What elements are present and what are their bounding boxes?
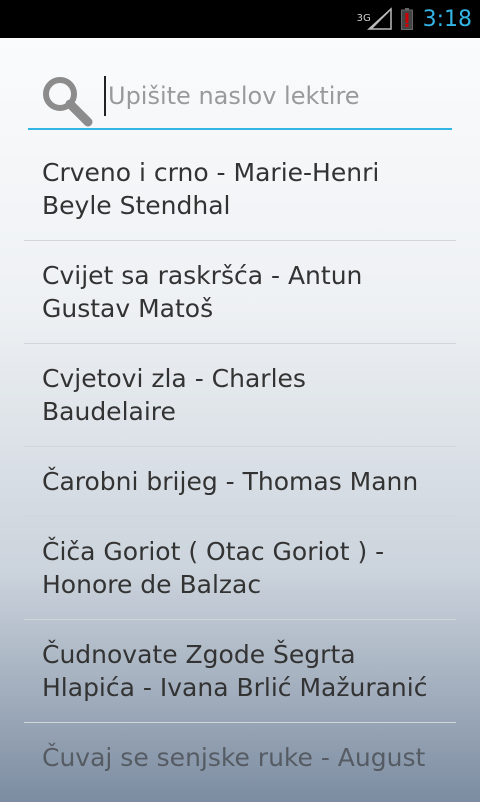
search-input[interactable] xyxy=(104,76,448,116)
search-bar xyxy=(28,68,452,130)
list-item[interactable]: Cvijet sa raskršća - Antun Gustav Matoš xyxy=(24,241,456,344)
signal-icon: 3G xyxy=(357,7,393,31)
search-icon[interactable] xyxy=(40,74,94,128)
list-item[interactable]: Cvjetovi zla - Charles Baudelaire xyxy=(24,344,456,447)
clock: 3:18 xyxy=(422,6,472,32)
network-type: 3G xyxy=(356,13,371,24)
book-list[interactable]: Crveno i crno - Marie-Henri Beyle Stendh… xyxy=(24,138,456,778)
list-item[interactable]: Čudnovate Zgode Šegrta Hlapića - Ivana B… xyxy=(24,620,456,723)
list-item[interactable]: Čarobni brijeg - Thomas Mann xyxy=(24,447,456,517)
status-icons: 3G 3:18 xyxy=(357,0,472,38)
list-item[interactable]: Čuvaj se senjske ruke - August xyxy=(24,723,456,778)
list-item[interactable]: Čiča Goriot ( Otac Goriot ) - Honore de … xyxy=(24,517,456,620)
list-item[interactable]: Crveno i crno - Marie-Henri Beyle Stendh… xyxy=(24,138,456,241)
status-bar: 3G 3:18 xyxy=(0,0,480,38)
battery-alert-icon xyxy=(400,8,413,30)
app-content: Crveno i crno - Marie-Henri Beyle Stendh… xyxy=(0,38,480,802)
